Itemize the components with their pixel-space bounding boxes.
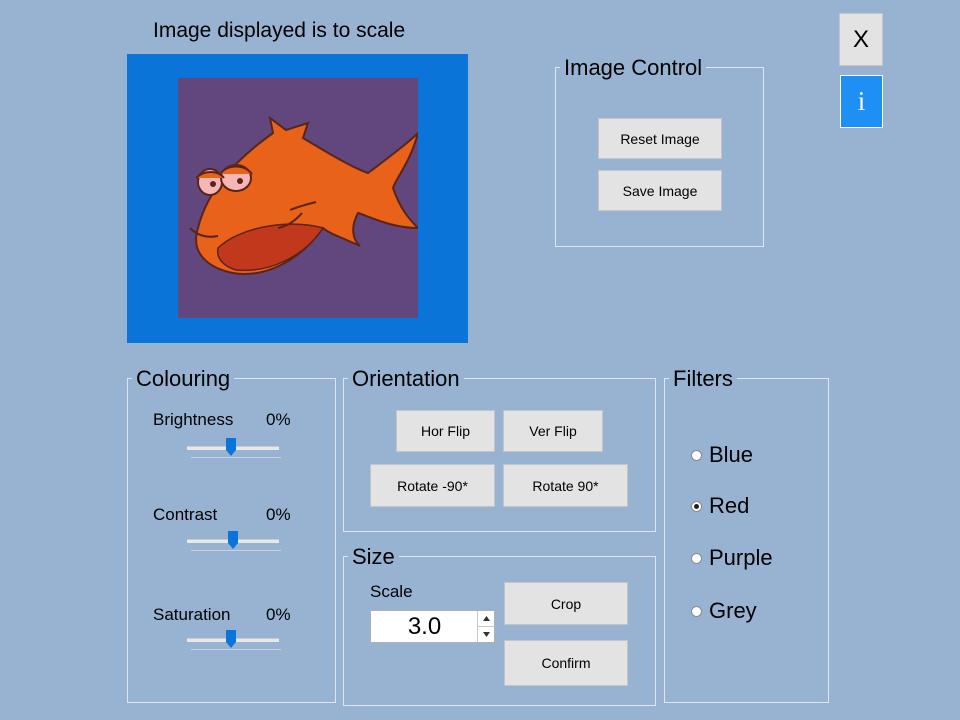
contrast-value: 0% bbox=[266, 505, 291, 524]
stepper-up-button[interactable] bbox=[477, 611, 494, 627]
image-preview-frame bbox=[127, 54, 468, 343]
slider-thumb[interactable] bbox=[226, 438, 236, 456]
ver-flip-button[interactable]: Ver Flip bbox=[503, 410, 603, 452]
filter-label: Red bbox=[709, 493, 750, 518]
scale-input[interactable]: 3.0 bbox=[371, 611, 478, 642]
rotate-90-button[interactable]: Rotate 90* bbox=[503, 464, 628, 507]
radio-button-checked[interactable] bbox=[691, 500, 702, 512]
chevron-down-icon bbox=[482, 632, 490, 637]
hor-flip-button[interactable]: Hor Flip bbox=[396, 410, 495, 452]
filters-group bbox=[664, 378, 829, 703]
orientation-group bbox=[343, 378, 656, 532]
brightness-slider[interactable] bbox=[187, 438, 281, 462]
close-button[interactable]: X bbox=[839, 13, 883, 66]
filter-option-blue[interactable]: Blue bbox=[691, 442, 753, 468]
filters-title: Filters bbox=[669, 367, 737, 391]
size-title: Size bbox=[348, 545, 399, 569]
saturation-label: Saturation bbox=[153, 605, 231, 624]
image-canvas bbox=[178, 78, 421, 318]
reset-image-button[interactable]: Reset Image bbox=[598, 118, 722, 159]
filter-label: Blue bbox=[709, 442, 754, 467]
orientation-title: Orientation bbox=[348, 367, 464, 391]
radio-button[interactable] bbox=[691, 552, 702, 564]
contrast-label: Contrast bbox=[153, 505, 218, 524]
chevron-up-icon bbox=[482, 616, 490, 621]
slider-thumb[interactable] bbox=[226, 630, 236, 648]
radio-button[interactable] bbox=[691, 449, 702, 461]
fish-image bbox=[189, 115, 421, 275]
filter-label: Purple bbox=[709, 545, 773, 570]
saturation-slider[interactable] bbox=[187, 630, 281, 654]
brightness-value: 0% bbox=[266, 410, 291, 429]
filter-option-purple[interactable]: Purple bbox=[691, 545, 773, 571]
confirm-button[interactable]: Confirm bbox=[504, 640, 628, 686]
save-image-button[interactable]: Save Image bbox=[598, 170, 722, 211]
close-icon: X bbox=[852, 25, 869, 53]
crop-button[interactable]: Crop bbox=[504, 582, 628, 625]
slider-thumb[interactable] bbox=[228, 531, 238, 549]
saturation-value: 0% bbox=[266, 605, 291, 624]
info-icon: i bbox=[857, 86, 866, 116]
brightness-label: Brightness bbox=[153, 410, 234, 429]
filter-option-red[interactable]: Red bbox=[691, 493, 749, 519]
contrast-slider[interactable] bbox=[187, 531, 281, 555]
rotate-neg-90-button[interactable]: Rotate -90* bbox=[370, 464, 495, 507]
image-control-title: Image Control bbox=[560, 56, 707, 80]
scale-stepper[interactable]: 3.0 bbox=[370, 610, 495, 643]
radio-button[interactable] bbox=[691, 605, 702, 617]
filter-option-grey[interactable]: Grey bbox=[691, 598, 757, 624]
colouring-title: Colouring bbox=[132, 367, 235, 391]
scale-label: Scale bbox=[370, 582, 413, 601]
stepper-down-button[interactable] bbox=[477, 627, 494, 642]
preview-caption: Image displayed is to scale bbox=[153, 19, 406, 42]
filter-label: Grey bbox=[709, 598, 757, 623]
info-button[interactable]: i bbox=[840, 75, 883, 128]
